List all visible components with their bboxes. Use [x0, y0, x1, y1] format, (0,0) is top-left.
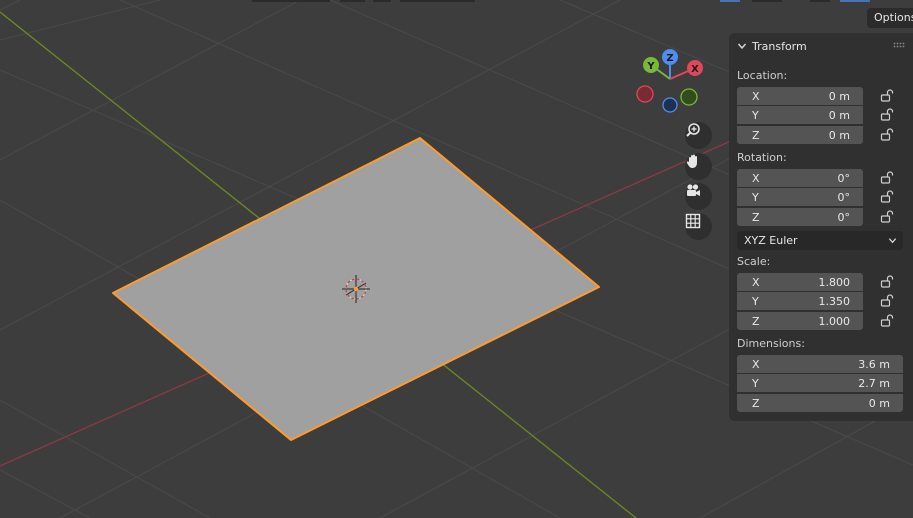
- lock-location-y-icon[interactable]: [880, 107, 894, 121]
- axis-label: X: [752, 89, 760, 103]
- axis-label: Z: [752, 396, 760, 410]
- location-label: Location:: [737, 69, 788, 82]
- grid-ortho-icon: [685, 213, 701, 229]
- axis-label: X: [752, 171, 760, 185]
- field-value: 0 m: [828, 128, 850, 142]
- field-value: 0°: [837, 210, 851, 224]
- field-value: 1.000: [818, 314, 851, 328]
- header-fragment: [752, 0, 782, 2]
- field-value: 0°: [837, 171, 851, 185]
- axis-label: Z: [752, 128, 760, 142]
- dimensions-y-field[interactable]: Y 2.7 m: [737, 374, 903, 392]
- field-value: 3.6 m: [858, 357, 890, 371]
- pan-button[interactable]: [685, 153, 712, 180]
- axis-label: X: [752, 275, 760, 289]
- lock-rotation-z-icon[interactable]: [880, 209, 894, 223]
- axis-label: Y: [752, 376, 759, 390]
- gizmo-x-label: X: [691, 64, 699, 75]
- rotation-x-field[interactable]: X 0°: [737, 169, 863, 187]
- dimensions-label: Dimensions:: [737, 337, 805, 350]
- rotation-mode-select[interactable]: XYZ Euler: [737, 231, 903, 250]
- location-z-field[interactable]: Z 0 m: [737, 126, 863, 144]
- axis-label: Y: [752, 190, 759, 204]
- lock-location-x-icon[interactable]: [880, 88, 894, 102]
- drag-grip-icon[interactable]: [893, 42, 905, 48]
- lock-scale-z-icon[interactable]: [880, 313, 894, 327]
- header-fragment: [400, 0, 475, 2]
- axis-label: Y: [752, 294, 759, 308]
- lock-scale-y-icon[interactable]: [880, 293, 894, 307]
- lock-location-z-icon[interactable]: [880, 127, 894, 141]
- rotation-y-field[interactable]: Y 0°: [737, 188, 863, 206]
- neg-z-axis-dot[interactable]: [662, 97, 678, 113]
- rotation-mode-value: XYZ Euler: [744, 234, 798, 247]
- axis-label: Z: [752, 314, 760, 328]
- header-fragment: [720, 0, 740, 2]
- panel-title: Transform: [752, 39, 807, 53]
- header-fragment: [810, 0, 830, 2]
- hand-pan-icon: [686, 154, 697, 168]
- dimensions-x-field[interactable]: X 3.6 m: [737, 355, 903, 373]
- axis-label: Z: [752, 210, 760, 224]
- neg-x-axis-dot[interactable]: [636, 85, 654, 103]
- neg-y-axis-dot[interactable]: [680, 88, 698, 106]
- options-button[interactable]: Options: [867, 8, 913, 28]
- zoom-button[interactable]: [685, 122, 712, 149]
- rotation-label: Rotation:: [737, 151, 787, 164]
- location-y-field[interactable]: Y 0 m: [737, 106, 863, 124]
- ortho-toggle-button[interactable]: [685, 213, 712, 240]
- field-value: 1.800: [818, 275, 851, 289]
- camera-view-button[interactable]: [685, 183, 712, 210]
- scale-x-field[interactable]: X 1.800: [737, 273, 863, 291]
- rotation-z-field[interactable]: Z 0°: [737, 208, 863, 226]
- chevron-down-icon: [737, 43, 747, 50]
- gizmo-z-label: Z: [666, 53, 673, 64]
- dimensions-z-field[interactable]: Z 0 m: [737, 394, 903, 412]
- options-label: Options: [874, 11, 913, 24]
- gizmo-y-label: Y: [646, 61, 655, 72]
- header-fragment: [340, 0, 365, 2]
- lock-rotation-y-icon[interactable]: [880, 189, 894, 203]
- field-value: 0 m: [828, 89, 850, 103]
- transform-panel-header[interactable]: Transform: [729, 33, 913, 59]
- field-value: 0°: [837, 190, 851, 204]
- scale-z-field[interactable]: Z 1.000: [737, 312, 863, 330]
- field-value: 1.350: [818, 294, 851, 308]
- navigation-gizmo[interactable]: Y X Z: [630, 45, 720, 125]
- header-fragment: [373, 0, 391, 2]
- header-fragment: [252, 0, 330, 2]
- field-value: 2.7 m: [858, 376, 890, 390]
- zoom-icon: [686, 123, 700, 137]
- scale-y-field[interactable]: Y 1.350: [737, 292, 863, 310]
- axis-label: Y: [752, 108, 759, 122]
- field-value: 0 m: [828, 108, 850, 122]
- lock-rotation-x-icon[interactable]: [880, 170, 894, 184]
- lock-scale-x-icon[interactable]: [880, 274, 894, 288]
- scale-label: Scale:: [737, 255, 771, 268]
- field-value: 0 m: [868, 396, 890, 410]
- axis-label: X: [752, 357, 760, 371]
- header-fragment: [840, 0, 870, 2]
- location-x-field[interactable]: X 0 m: [737, 87, 863, 105]
- chevron-down-icon: [888, 238, 897, 244]
- camera-icon: [687, 184, 700, 196]
